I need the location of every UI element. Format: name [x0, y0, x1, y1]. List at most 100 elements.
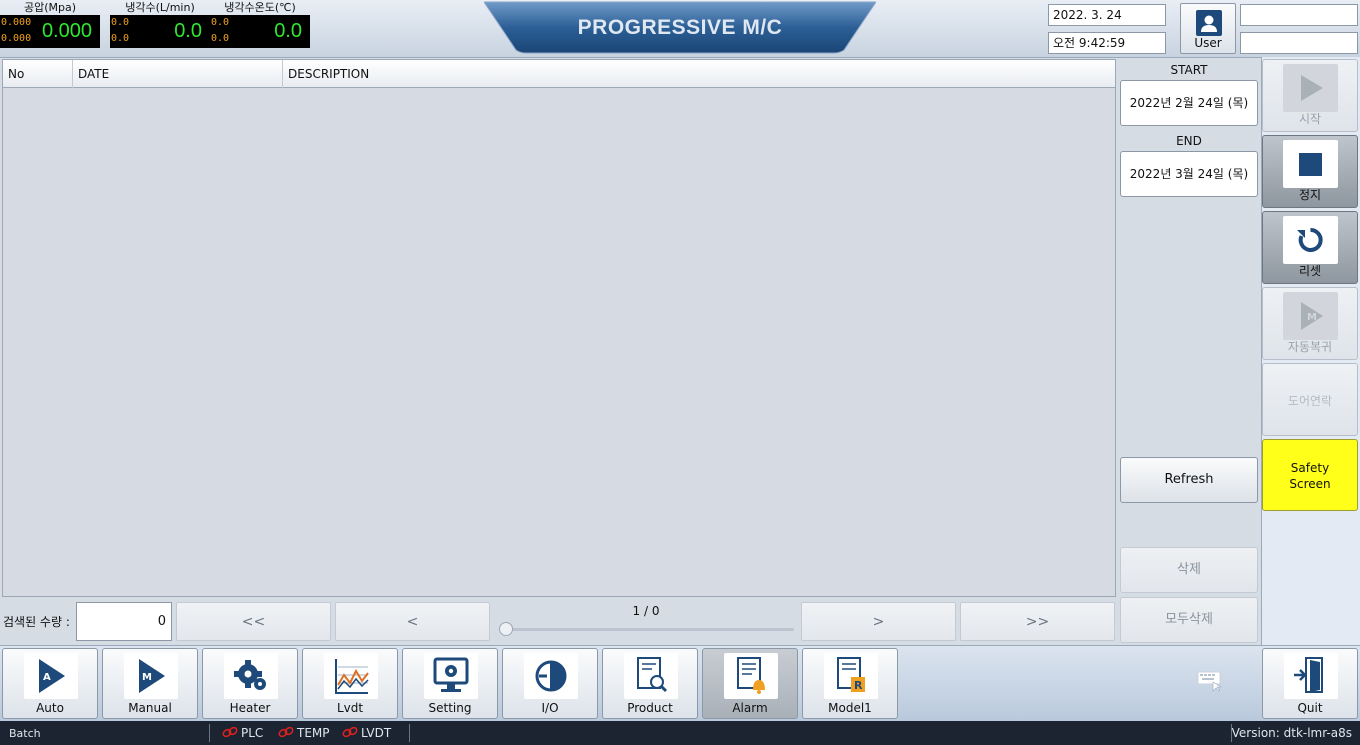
title-banner: PROGRESSIVE M/C	[484, 0, 876, 54]
user-icon	[1196, 10, 1222, 36]
exit-door-icon	[1284, 653, 1338, 699]
column-header-no[interactable]: No	[3, 60, 73, 88]
document-search-icon	[624, 653, 678, 699]
safety-screen-button[interactable]: Safety Screen	[1262, 439, 1358, 511]
page-indicator: 1 / 0	[632, 604, 660, 618]
start-label: START	[1170, 63, 1208, 77]
start-button[interactable]: 시작	[1262, 59, 1358, 132]
gauge-label: 냉각수온도(℃)	[224, 1, 296, 14]
lvdt-label: LVDT	[361, 726, 392, 740]
status-bar: Batch PLC TEMP LVDT Version: dtk-lmr-a8s	[0, 721, 1360, 745]
reset-label: 리셋	[1298, 264, 1322, 278]
delete-all-button[interactable]: 모두삭제	[1120, 597, 1258, 643]
first-page-button[interactable]: <<	[176, 602, 331, 641]
reset-icon	[1283, 216, 1338, 264]
stop-button[interactable]: 정지	[1262, 135, 1358, 208]
gauge-display: 0.0 0.0 0.0	[210, 15, 310, 48]
nav-label: I/O	[541, 701, 559, 715]
time-display: 오전 9:42:59	[1048, 32, 1166, 54]
prev-page-button[interactable]: <	[335, 602, 490, 641]
keyboard-icon[interactable]	[1197, 670, 1223, 692]
gauge-small-value: 0.0	[211, 17, 230, 28]
gauge-small-value: 0.0	[211, 33, 230, 44]
page-title: PROGRESSIVE M/C	[577, 16, 783, 39]
gauge-small-value: 0.0	[111, 33, 130, 44]
gear-icon	[224, 653, 278, 699]
delete-button[interactable]: 삭제	[1120, 547, 1258, 593]
svg-text:A: A	[43, 672, 51, 683]
user-button[interactable]: User	[1180, 3, 1236, 54]
door-interlock-button[interactable]: 도어연락	[1262, 363, 1358, 436]
quit-button[interactable]: Quit	[1262, 648, 1358, 719]
user-label: User	[1194, 36, 1222, 50]
auto-icon: A	[24, 653, 78, 699]
broken-link-icon	[278, 726, 294, 738]
nav-io-button[interactable]: I/O	[502, 648, 598, 719]
search-count-label: 검색된 수량 :	[3, 615, 70, 629]
date-display: 2022. 3. 24	[1048, 4, 1166, 26]
nav-label: Lvdt	[336, 701, 364, 715]
gauge-value: 0.0	[174, 20, 202, 42]
auto-return-label: 자동복귀	[1287, 340, 1333, 354]
gauge-small-value: 0.000	[1, 33, 32, 44]
coolant-temp-gauge: 냉각수온도(℃) 0.0 0.0 0.0	[210, 0, 310, 48]
reset-button[interactable]: 리셋	[1262, 211, 1358, 284]
next-page-button[interactable]: >	[801, 602, 956, 641]
column-header-description[interactable]: DESCRIPTION	[283, 60, 1115, 88]
auto-return-button[interactable]: M 자동복귀	[1262, 287, 1358, 360]
nav-lvdt-button[interactable]: Lvdt	[302, 648, 398, 719]
gauge-value: 0.000	[41, 20, 92, 42]
gauge-label: 공압(Mpa)	[23, 1, 77, 14]
batch-status: Batch	[9, 727, 41, 740]
nav-product-button[interactable]: Product	[602, 648, 698, 719]
safety-label-line1: Safety	[1290, 461, 1330, 475]
nav-label: Model1	[828, 701, 872, 715]
gauge-value: 0.0	[274, 20, 302, 42]
broken-link-icon	[342, 726, 358, 738]
door-interlock-label: 도어연락	[1287, 394, 1333, 408]
nav-auto-button[interactable]: A Auto	[2, 648, 98, 719]
stop-icon	[1283, 140, 1338, 188]
start-label: 시작	[1298, 112, 1322, 126]
manual-icon: M	[124, 653, 178, 699]
nav-label: Setting	[428, 701, 472, 715]
end-label: END	[1176, 134, 1202, 148]
version-text: Version: dtk-lmr-a8s	[1231, 726, 1352, 740]
plc-label: PLC	[241, 726, 264, 740]
auto-return-icon: M	[1283, 292, 1338, 340]
alarm-table[interactable]: No DATE DESCRIPTION	[2, 59, 1116, 597]
table-header: No DATE DESCRIPTION	[3, 60, 1115, 88]
nav-heater-button[interactable]: Heater	[202, 648, 298, 719]
chart-icon	[324, 653, 378, 699]
plc-connection-status: PLC	[222, 726, 263, 740]
end-date-picker[interactable]: 2022년 3월 24일 (목)	[1120, 151, 1258, 197]
gauge-display: 0.0 0.0 0.0	[110, 15, 210, 48]
safety-label-line2: Screen	[1289, 477, 1331, 491]
refresh-button[interactable]: Refresh	[1120, 457, 1258, 503]
nav-manual-button[interactable]: M Manual	[102, 648, 198, 719]
svg-text:R: R	[854, 679, 863, 692]
gauge-small-value: 0.000	[1, 17, 32, 28]
page-slider-thumb[interactable]	[499, 622, 513, 636]
last-page-button[interactable]: >>	[960, 602, 1115, 641]
io-icon	[524, 653, 578, 699]
nav-setting-button[interactable]: Setting	[402, 648, 498, 719]
nav-label: Manual	[128, 701, 172, 715]
monitor-gear-icon	[424, 653, 478, 699]
svg-text:M: M	[142, 672, 152, 683]
search-count-field: 0	[76, 602, 172, 641]
column-header-date[interactable]: DATE	[73, 60, 283, 88]
gauge-label: 냉각수(L/min)	[125, 1, 195, 14]
start-date-picker[interactable]: 2022년 2월 24일 (목)	[1120, 80, 1258, 126]
broken-link-icon	[222, 726, 238, 738]
status-divider	[209, 724, 210, 742]
play-icon	[1283, 64, 1338, 112]
page-slider-track[interactable]	[502, 628, 794, 631]
document-bell-icon	[724, 653, 778, 699]
status-divider	[409, 724, 410, 742]
nav-model1-button[interactable]: R Model1	[802, 648, 898, 719]
nav-alarm-button[interactable]: Alarm	[702, 648, 798, 719]
gauge-small-value: 0.0	[111, 17, 130, 28]
info-field	[1240, 32, 1358, 54]
nav-label: Auto	[36, 701, 64, 715]
